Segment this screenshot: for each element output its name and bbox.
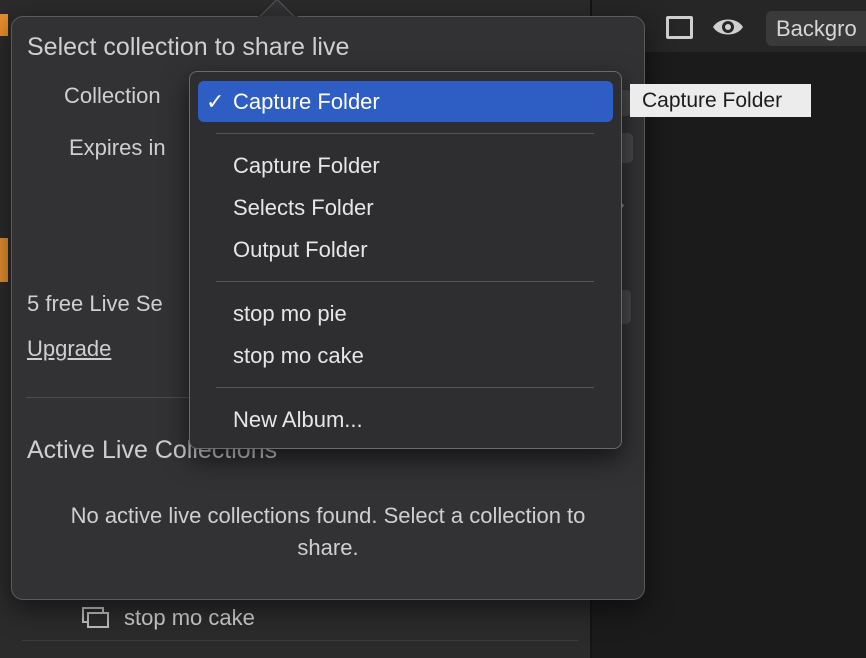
collection-label: Collection (64, 83, 161, 108)
list-divider (22, 640, 578, 641)
free-sessions-text: 5 free Live Se (27, 291, 163, 316)
background-button[interactable]: Backgro (766, 11, 866, 46)
expires-label: Expires in (69, 135, 166, 160)
frame-icon[interactable] (666, 16, 693, 39)
collection-row-label[interactable]: stop mo cake (124, 605, 255, 631)
popover-title: Select collection to share live (27, 33, 350, 61)
checkmark-icon: ✓ (206, 89, 225, 114)
menu-item-stop-mo-pie[interactable]: stop mo pie (198, 293, 613, 334)
menu-item-stop-mo-cake[interactable]: stop mo cake (198, 335, 613, 376)
upgrade-link[interactable]: Upgrade (27, 336, 111, 362)
menu-separator (216, 133, 594, 134)
empty-state-message: No active live collections found. Select… (70, 503, 586, 560)
menu-separator (216, 387, 594, 388)
menu-item-label: Capture Folder (233, 89, 380, 114)
menu-item-output-folder[interactable]: Output Folder (198, 229, 613, 270)
menu-item-selects-folder[interactable]: Selects Folder (198, 187, 613, 228)
menu-item-selected[interactable]: ✓ Capture Folder (198, 81, 613, 122)
tooltip: Capture Folder (630, 84, 811, 117)
eye-icon[interactable] (711, 14, 745, 40)
collection-icon (82, 607, 110, 628)
popover-arrow-join (258, 16, 298, 19)
menu-item-capture-folder[interactable]: Capture Folder (198, 145, 613, 186)
menu-item-new-album[interactable]: New Album... (198, 399, 613, 440)
orange-tab-indicator (0, 14, 8, 36)
collection-dropdown-menu: ✓ Capture Folder Capture Folder Selects … (189, 71, 622, 449)
menu-separator (216, 281, 594, 282)
orange-selection-indicator (0, 238, 8, 282)
